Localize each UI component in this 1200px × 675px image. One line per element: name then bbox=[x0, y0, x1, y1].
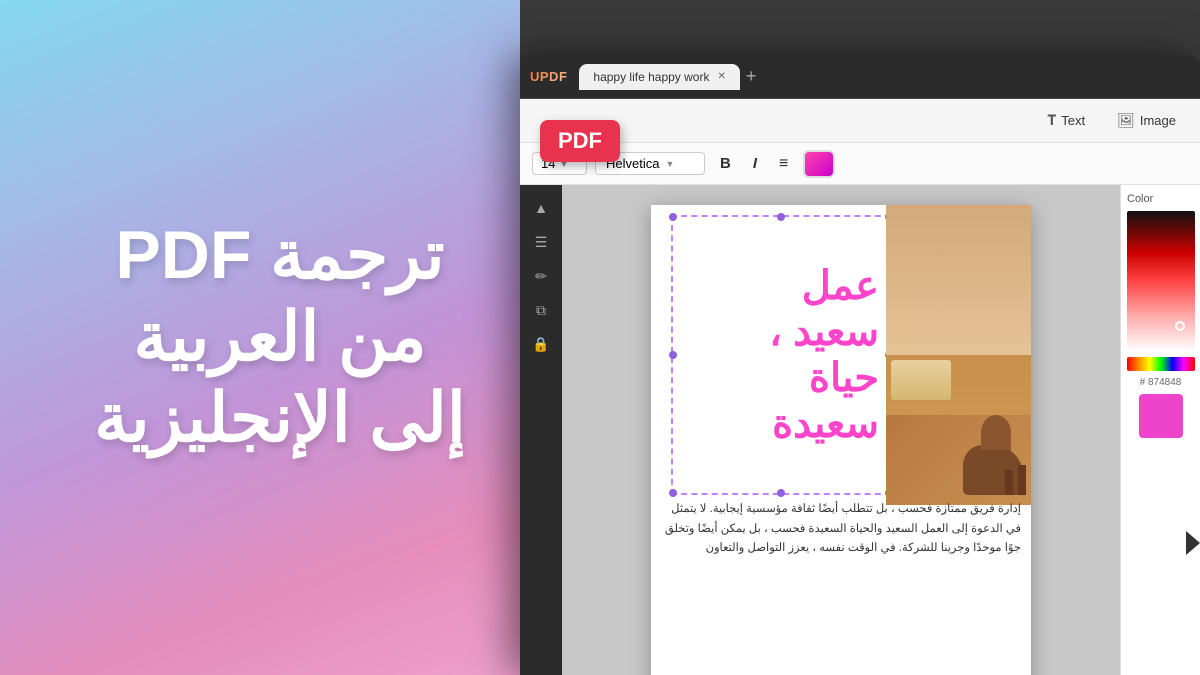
text-btn-label: Text bbox=[1061, 113, 1085, 128]
pdf-page: عملسعيد ،حياةسعيدة bbox=[562, 185, 1120, 675]
color-panel: Color # 874848 bbox=[1120, 185, 1200, 675]
heading-line2: من العربية bbox=[94, 297, 466, 379]
format-bar: 14 ▼ Helvetica ▼ B I ≡ bbox=[520, 143, 1200, 185]
title-bar: UPDF happy life happy work ✕ + bbox=[520, 55, 1200, 99]
italic-btn[interactable]: I bbox=[746, 152, 764, 175]
hue-slider[interactable] bbox=[1127, 357, 1195, 371]
sidebar-arrow-icon[interactable]: ▲ bbox=[526, 193, 556, 223]
heading-line1: ترجمة PDF bbox=[94, 215, 466, 297]
image-tool-btn[interactable]: 🖼 Image bbox=[1109, 108, 1184, 133]
image-icon: 🖼 bbox=[1117, 112, 1135, 129]
arabic-body-text: إدارة فريق ممتازة فحسب ، بل تتطلب أيضًا … bbox=[661, 500, 1021, 559]
sidebar-copy-icon[interactable]: ⧉ bbox=[526, 295, 556, 325]
handle-bl[interactable] bbox=[669, 489, 677, 497]
bold-btn[interactable]: B bbox=[713, 152, 738, 175]
color-arrow-btn[interactable] bbox=[1186, 531, 1200, 555]
color-panel-label: Color bbox=[1127, 193, 1194, 205]
tab-title: happy life happy work bbox=[593, 70, 709, 84]
color-swatch-btn[interactable] bbox=[803, 150, 835, 178]
desert-sand bbox=[886, 355, 1031, 505]
color-hex-value: # 874848 bbox=[1127, 377, 1194, 388]
sidebar-lock-icon[interactable]: 🔒 bbox=[526, 329, 556, 359]
color-crosshair bbox=[1175, 321, 1185, 331]
sidebar-edit-icon[interactable]: ✏ bbox=[526, 261, 556, 291]
sidebar-list-icon[interactable]: ☰ bbox=[526, 227, 556, 257]
handle-mb[interactable] bbox=[777, 489, 785, 497]
app-window: UPDF happy life happy work ✕ + 𝐓 Text 🖼 … bbox=[520, 55, 1200, 675]
main-heading: ترجمة PDF من العربية إلى الإنجليزية bbox=[74, 195, 486, 480]
left-sidebar: ▲ ☰ ✏ ⧉ 🔒 bbox=[520, 185, 562, 675]
page-content: عملسعيد ،حياةسعيدة bbox=[651, 205, 1031, 675]
text-selection-box[interactable]: عملسعيد ،حياةسعيدة bbox=[671, 215, 891, 495]
pdf-badge: PDF bbox=[540, 120, 620, 162]
handle-mt[interactable] bbox=[777, 213, 785, 221]
toolbar: 𝐓 Text 🖼 Image bbox=[520, 99, 1200, 143]
tab-bar: happy life happy work ✕ + bbox=[575, 64, 1200, 90]
color-gradient-picker[interactable] bbox=[1127, 211, 1195, 351]
handle-tl[interactable] bbox=[669, 213, 677, 221]
image-btn-label: Image bbox=[1140, 113, 1176, 128]
left-panel: ترجمة PDF من العربية إلى الإنجليزية bbox=[0, 0, 560, 675]
handle-ml[interactable] bbox=[669, 351, 677, 359]
app-logo: UPDF bbox=[530, 69, 567, 84]
current-color-swatch[interactable] bbox=[1139, 394, 1183, 438]
desert-image bbox=[886, 205, 1031, 505]
content-area: ▲ ☰ ✏ ⧉ 🔒 bbox=[520, 185, 1200, 675]
selection-handles bbox=[669, 213, 893, 497]
heading-line3: إلى الإنجليزية bbox=[94, 378, 466, 460]
tab-close-btn[interactable]: ✕ bbox=[717, 71, 725, 82]
align-btn[interactable]: ≡ bbox=[772, 152, 795, 176]
text-tool-btn[interactable]: 𝐓 Text bbox=[1039, 108, 1093, 133]
font-family-chevron: ▼ bbox=[665, 159, 674, 169]
active-tab[interactable]: happy life happy work ✕ bbox=[579, 64, 739, 90]
tab-add-btn[interactable]: + bbox=[746, 66, 757, 87]
text-icon: 𝐓 bbox=[1047, 112, 1056, 129]
